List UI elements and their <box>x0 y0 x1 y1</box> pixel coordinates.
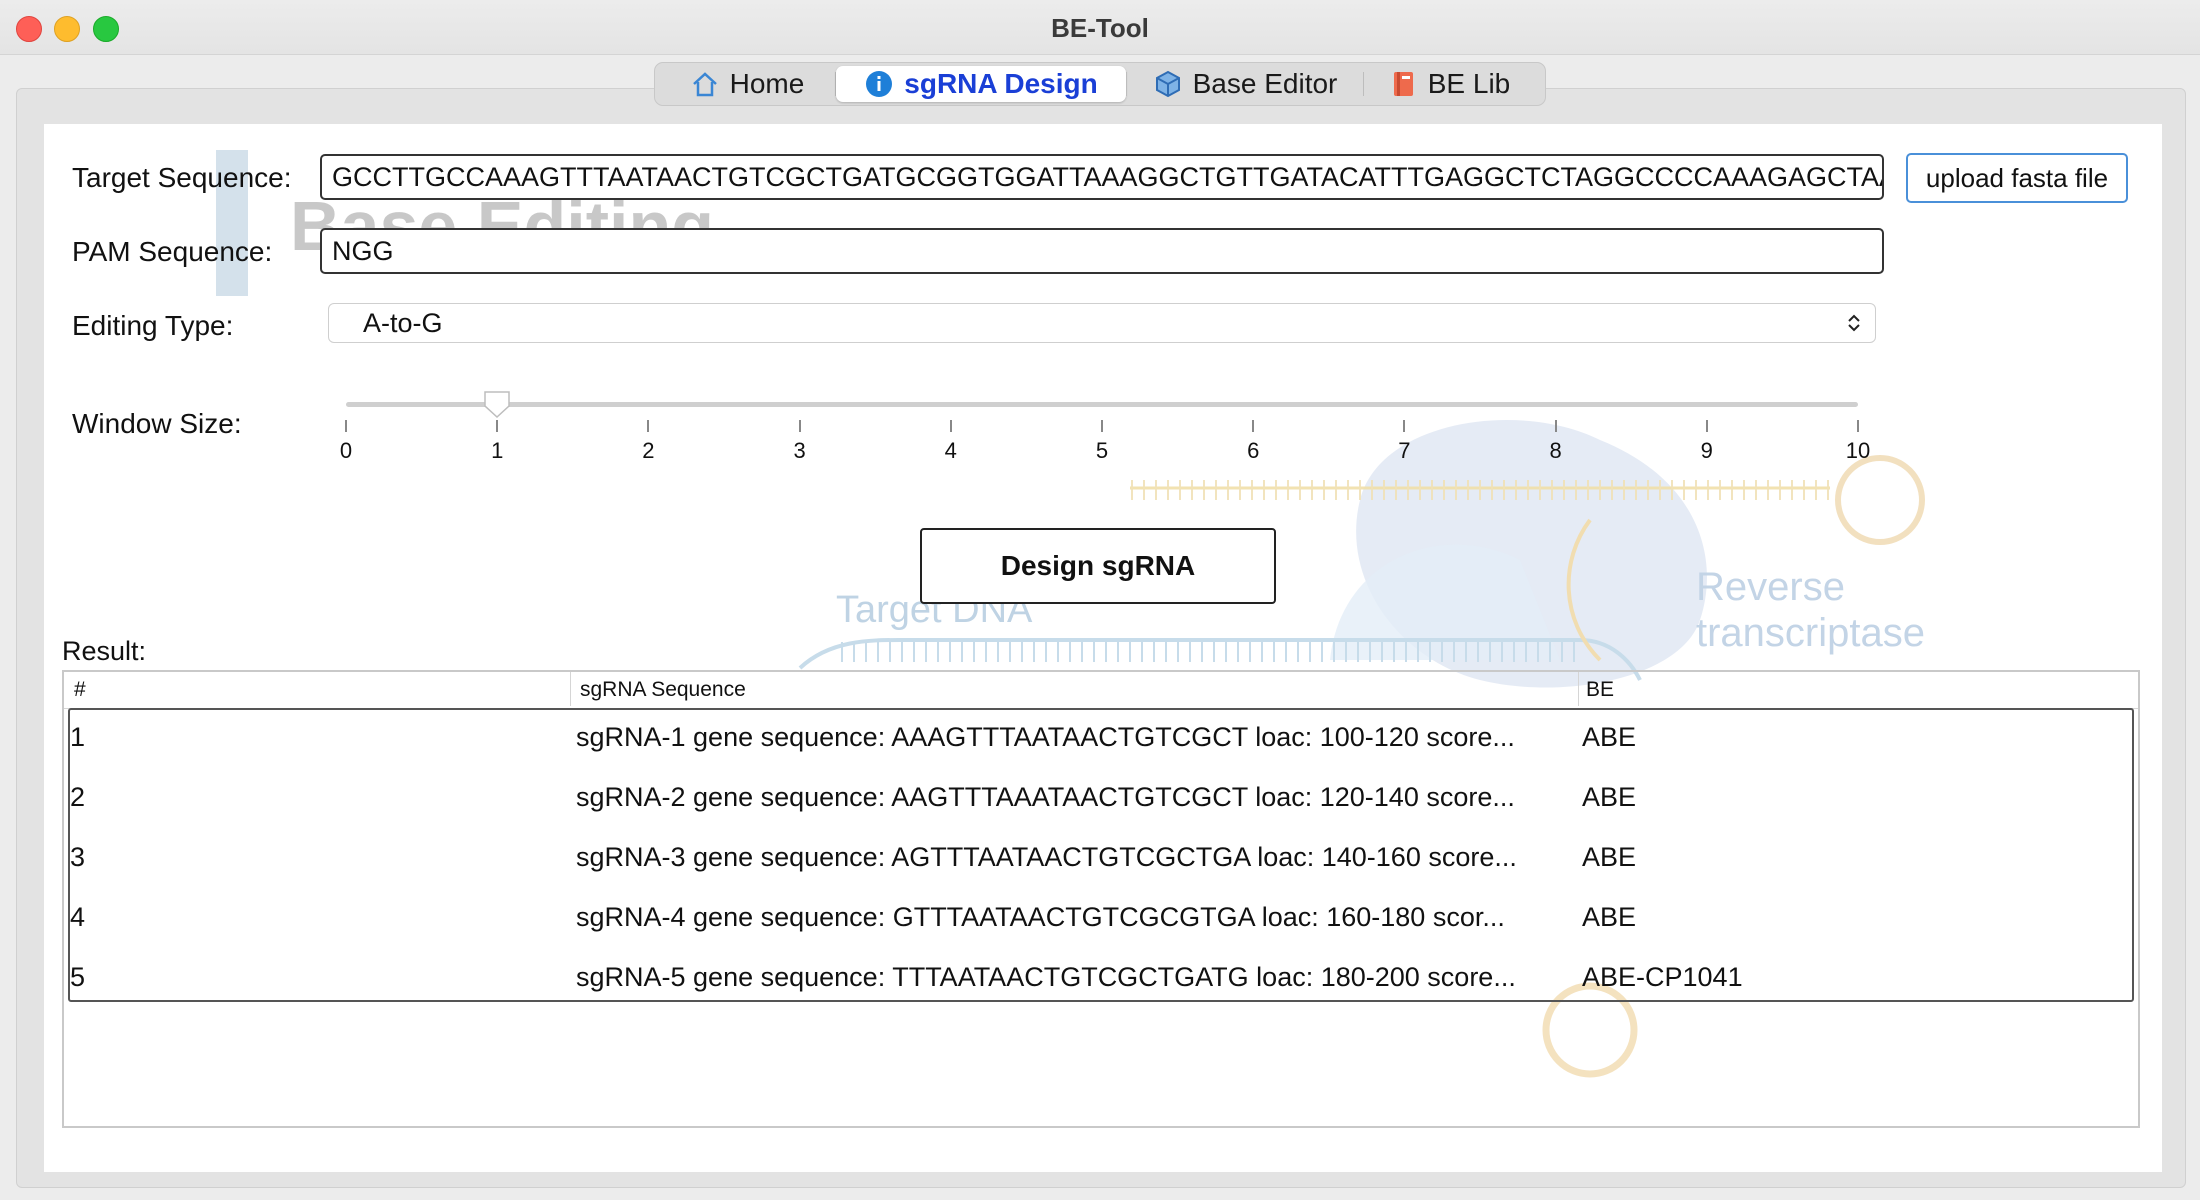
book-icon <box>1393 72 1413 96</box>
pam-sequence-label: PAM Sequence: <box>72 236 273 267</box>
table-row[interactable]: 3 sgRNA-3 gene sequence: AGTTTAATAACTGTC… <box>70 830 2132 890</box>
tab-sgrna-design-label: sgRNA Design <box>904 68 1098 99</box>
window-size-slider-track[interactable] <box>346 402 1858 407</box>
row-be: ABE-CP1041 <box>1582 962 1743 992</box>
slider-tick-label: 9 <box>1700 438 1713 463</box>
column-divider[interactable] <box>1578 672 1579 706</box>
slider-tick <box>1252 420 1255 432</box>
row-number: 2 <box>70 782 86 812</box>
slider-tick-label: 2 <box>642 438 655 463</box>
target-sequence-value: GCCTTGCCAAAGTTTAATAACTGTCGCTGATGCGGTGGAT… <box>332 162 1884 192</box>
target-sequence-input[interactable]: GCCTTGCCAAAGTTTAATAACTGTCGCTGATGCGGTGGAT… <box>320 154 1884 200</box>
row-number: 5 <box>70 962 86 992</box>
title-bar: BE-Tool <box>0 0 2200 55</box>
editing-type-label: Editing Type: <box>72 310 234 341</box>
table-row[interactable]: 2 sgRNA-2 gene sequence: AAGTTTAAATAACTG… <box>70 770 2132 830</box>
tab-sgrna-design[interactable]: sgRNA Design <box>836 66 1126 102</box>
chevron-updown-icon <box>1848 314 1860 332</box>
slider-tick <box>1554 420 1557 432</box>
row-sgrna-sequence: sgRNA-3 gene sequence: AGTTTAATAACTGTCGC… <box>576 842 1517 872</box>
window-size-slider-thumb[interactable] <box>482 389 512 419</box>
slider-tick <box>798 420 801 432</box>
row-be: ABE <box>1582 782 1637 812</box>
table-body: 1 sgRNA-1 gene sequence: AAAGTTTAATAACTG… <box>68 708 2134 1002</box>
row-sgrna-sequence: sgRNA-2 gene sequence: AAGTTTAAATAACTGTC… <box>576 782 1515 812</box>
tab-home[interactable]: Home <box>659 66 835 102</box>
slider-tick <box>496 420 499 432</box>
tab-base-editor[interactable]: Base Editor <box>1127 66 1363 102</box>
table-row[interactable]: 5 sgRNA-5 gene sequence: TTTAATAACTGTCGC… <box>70 950 2132 1010</box>
tab-base-editor-label: Base Editor <box>1192 68 1338 99</box>
table-row[interactable]: 4 sgRNA-4 gene sequence: GTTTAATAACTGTCG… <box>70 890 2132 950</box>
window-size-label: Window Size: <box>72 408 242 439</box>
slider-tick <box>949 420 952 432</box>
slider-tick-label: 0 <box>339 438 353 463</box>
column-header-num[interactable]: # <box>74 678 86 702</box>
app-window: BE-Tool Base Editing Target DNA Reverse … <box>0 0 2200 1200</box>
row-number: 4 <box>70 902 86 932</box>
result-table: # sgRNA Sequence BE 1 sgRNA-1 gene seque… <box>62 670 2140 1128</box>
slider-tick <box>1101 420 1103 432</box>
slider-tick <box>1705 420 1708 432</box>
upload-fasta-button[interactable]: upload fasta file <box>1906 153 2128 203</box>
editing-type-value: A-to-G <box>363 308 443 338</box>
slider-tick-label: 4 <box>944 438 957 463</box>
tab-bar: Home sgRNA Design Base Editor BE Lib <box>654 62 1546 106</box>
slider-tick-label: 5 <box>1095 438 1109 463</box>
column-header-sgrna-sequence[interactable]: sgRNA Sequence <box>580 678 746 702</box>
table-row[interactable]: 1 sgRNA-1 gene sequence: AAAGTTTAATAACTG… <box>70 710 2132 770</box>
home-icon <box>692 72 717 97</box>
design-sgrna-button[interactable]: Design sgRNA <box>920 528 1276 604</box>
row-be: ABE <box>1582 842 1637 872</box>
row-be: ABE <box>1582 722 1637 752</box>
window-title: BE-Tool <box>1051 13 1149 43</box>
slider-tick-label: 6 <box>1247 438 1260 463</box>
tab-home-label: Home <box>729 68 805 99</box>
slider-tick <box>345 420 347 432</box>
table-header: # sgRNA Sequence BE <box>64 672 2138 709</box>
slider-tick <box>647 420 650 432</box>
editing-type-select[interactable]: A-to-G <box>328 303 1876 343</box>
row-number: 1 <box>70 722 86 752</box>
slider-tick <box>1403 420 1406 432</box>
row-sgrna-sequence: sgRNA-4 gene sequence: GTTTAATAACTGTCGCG… <box>576 902 1505 932</box>
target-sequence-label: Target Sequence: <box>72 162 292 193</box>
column-divider[interactable] <box>570 672 571 706</box>
row-number: 3 <box>70 842 86 872</box>
slider-tick <box>1857 420 1859 432</box>
slider-tick-label: 7 <box>1398 438 1411 463</box>
result-label: Result: <box>62 636 147 666</box>
row-sgrna-sequence: sgRNA-5 gene sequence: TTTAATAACTGTCGCTG… <box>576 962 1516 992</box>
pam-sequence-input[interactable]: NGG <box>320 228 1884 274</box>
info-icon <box>866 71 893 97</box>
column-header-be[interactable]: BE <box>1586 678 1614 702</box>
cube-icon <box>1155 70 1180 98</box>
tab-be-lib-label: BE Lib <box>1427 68 1511 99</box>
slider-tick-label: 1 <box>491 438 504 463</box>
slider-tick-label: 3 <box>793 438 806 463</box>
pam-sequence-value: NGG <box>332 236 394 266</box>
row-sgrna-sequence: sgRNA-1 gene sequence: AAAGTTTAATAACTGTC… <box>576 722 1515 752</box>
row-be: ABE <box>1582 902 1637 932</box>
slider-tick-label: 8 <box>1549 438 1562 463</box>
tab-be-lib[interactable]: BE Lib <box>1364 66 1534 102</box>
slider-tick-label: 10 <box>1845 438 1871 463</box>
